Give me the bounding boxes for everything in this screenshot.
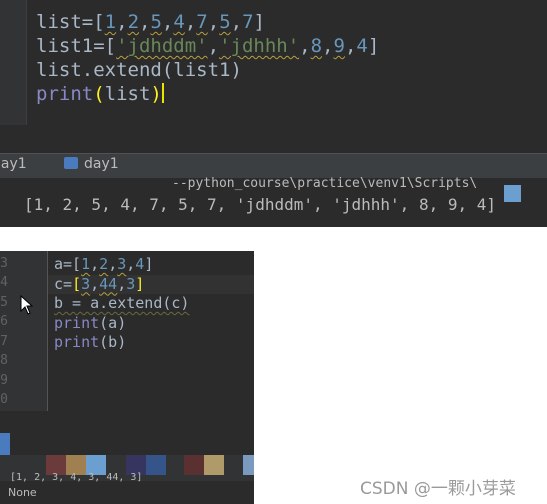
console-scroll-marker[interactable] [504, 185, 521, 202]
code-line-3: b = a.extend(c) [54, 294, 190, 312]
line-number: 9 [0, 373, 8, 388]
text-cursor [161, 83, 164, 103]
bottom-editor-screenshot: 3 4 5 6 7 8 9 0 a=[1,2,3,4] c=[3,44,3] b =… [0, 251, 254, 504]
code-line-2: c=[3,44,3] [54, 274, 145, 293]
run-console: --python_course\practice\venv1\Scripts\ … [0, 176, 547, 227]
run-tab-bar: day1 day1 [0, 153, 547, 178]
tab-day1-first[interactable]: day1 [0, 156, 27, 172]
code-area[interactable]: list=[1,2,5,4,7,5,7] list1=['jdhddm','jdh… [36, 10, 379, 106]
editor-gutter [0, 0, 27, 125]
code-line-3: list.extend(list1) [36, 59, 242, 81]
line-number: 7 [0, 334, 8, 349]
tab-day1-second[interactable]: day1 [64, 156, 119, 172]
top-editor-screenshot: list=[1,2,5,4,7,5,7] list1=['jdhddm','jdh… [0, 0, 547, 227]
mouse-pointer-icon [20, 295, 34, 315]
line-number: 0 [0, 392, 8, 407]
watermark: CSDN @一颗小芽菜 [360, 479, 516, 499]
code-line-5: print(b) [54, 333, 127, 351]
console-command-line: --python_course\practice\venv1\Scripts\ [172, 176, 478, 191]
code-line-4: print(list) [36, 83, 164, 105]
console-output: [1, 2, 5, 4, 7, 5, 7, 'jdhddm', 'jdhhh',… [24, 195, 497, 214]
taskbar-block [204, 455, 224, 475]
line-number: 5 [0, 295, 8, 310]
code-area[interactable]: a=[1,2,3,4] c=[3,44,3] b = a.extend(c) prin… [54, 255, 189, 353]
taskbar-block [184, 455, 204, 475]
code-line-4: print(a) [54, 313, 127, 332]
panel-divider [0, 433, 10, 455]
line-number: 3 [0, 256, 8, 271]
line-number: 8 [0, 353, 8, 368]
code-line-2: list1=['jdhddm','jdhhh',8,9,4] [36, 35, 380, 57]
code-line-1: a=[1,2,3,4] [54, 255, 154, 273]
python-file-icon [64, 157, 78, 169]
taskbar-block [243, 455, 254, 475]
console-output: [1, 2, 3, 4, 3, 44, 3] [10, 472, 143, 483]
line-number: 6 [0, 314, 8, 329]
line-number: 4 [0, 275, 8, 290]
console-none-output: None [8, 486, 37, 499]
taskbar-block [146, 455, 166, 475]
editor-gutter: 3 4 5 6 7 8 9 0 [0, 251, 48, 411]
code-line-1: list=[1,2,5,4,7,5,7] [36, 11, 265, 33]
